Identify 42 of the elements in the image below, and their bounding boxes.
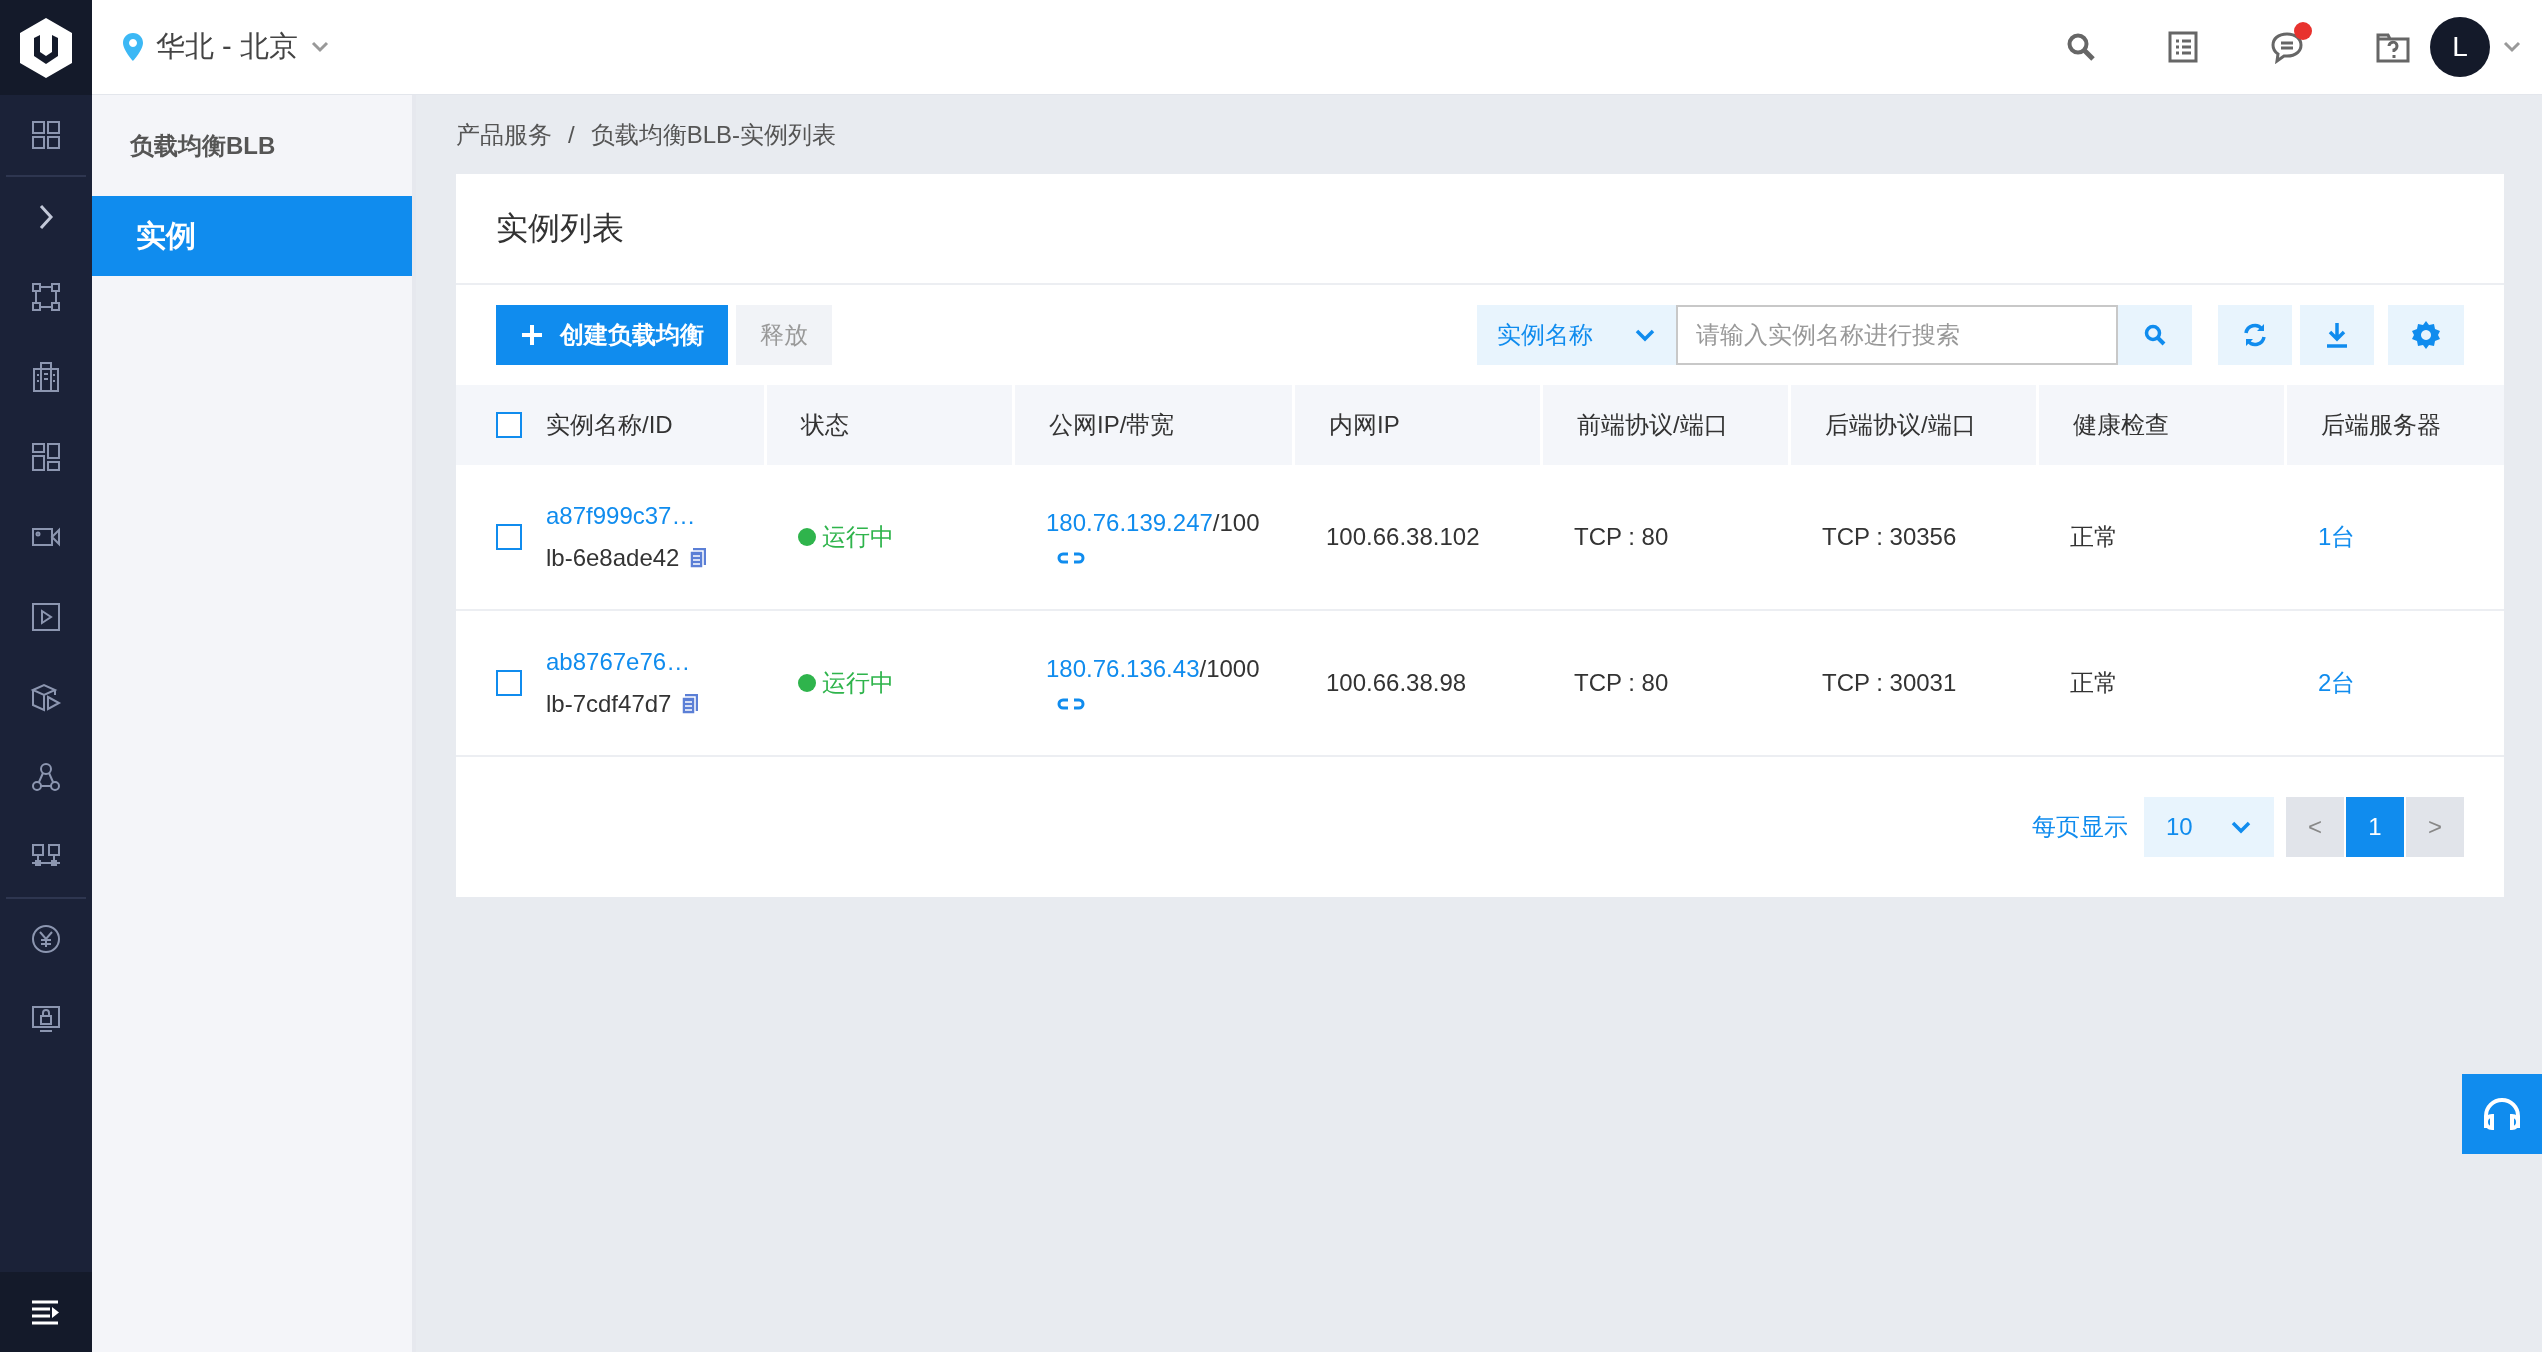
server-count-link[interactable]: 2台 xyxy=(2318,667,2356,699)
health-status: 正常 xyxy=(2070,668,2118,698)
public-ip-bandwidth: 180.76.136.43/1000 xyxy=(1046,655,1260,683)
column-header: 内网IP xyxy=(1329,410,1400,440)
health-status: 正常 xyxy=(2070,522,2118,552)
column-header: 后端协议/端口 xyxy=(1825,410,1976,440)
search-field-dropdown[interactable]: 实例名称 xyxy=(1477,305,1676,365)
backend-port: TCP : 30031 xyxy=(1822,669,1957,697)
public-ip-bandwidth: 180.76.139.247/100 xyxy=(1046,509,1260,537)
instance-name-link[interactable]: a87f999c37… xyxy=(546,502,708,530)
private-ip: 100.66.38.102 xyxy=(1326,523,1480,551)
backend-port: TCP : 30356 xyxy=(1822,523,1957,551)
breadcrumb-link[interactable]: 负载均衡BLB-实例列表 xyxy=(590,118,837,151)
frontend-port: TCP : 80 xyxy=(1574,669,1669,697)
column-header: 前端协议/端口 xyxy=(1577,410,1728,440)
card-title: 实例列表 xyxy=(496,208,624,248)
page-size-label: 每页显示 xyxy=(2032,812,2128,842)
status-label: 运行中 xyxy=(798,521,894,553)
page-size-dropdown[interactable]: 10 xyxy=(2144,797,2274,857)
search-input[interactable]: 请输入实例名称进行搜索 xyxy=(1676,305,2118,365)
server-count-link[interactable]: 1台 xyxy=(2318,521,2356,553)
status-label: 运行中 xyxy=(798,667,894,699)
instance-id: lb-7cdf47d7 xyxy=(546,690,672,718)
sidebar-item[interactable]: 实例 xyxy=(92,196,412,276)
page-button[interactable]: 1 xyxy=(2346,797,2404,857)
breadcrumb-separator: / xyxy=(568,120,575,149)
user-avatar[interactable]: L xyxy=(2430,17,2490,77)
instance-id: lb-6e8ade42 xyxy=(546,544,680,572)
column-header: 状态 xyxy=(801,410,849,440)
column-header: 后端服务器 xyxy=(2321,410,2441,440)
next-page-button[interactable]: > xyxy=(2406,797,2464,857)
breadcrumb-link[interactable]: 产品服务 xyxy=(456,118,552,151)
instance-name-link[interactable]: ab8767e76… xyxy=(546,648,700,676)
private-ip: 100.66.38.98 xyxy=(1326,669,1467,697)
sidebar-title: 负载均衡BLB xyxy=(129,130,277,161)
region-selector[interactable]: 华北 - 北京 xyxy=(122,27,330,67)
column-header: 实例名称/ID xyxy=(546,410,673,440)
column-header: 公网IP/带宽 xyxy=(1049,410,1175,440)
column-header: 健康检查 xyxy=(2073,410,2169,440)
previous-page-button[interactable]: < xyxy=(2286,797,2344,857)
frontend-port: TCP : 80 xyxy=(1574,523,1669,551)
create-button[interactable]: 创建负载均衡 xyxy=(496,305,728,365)
